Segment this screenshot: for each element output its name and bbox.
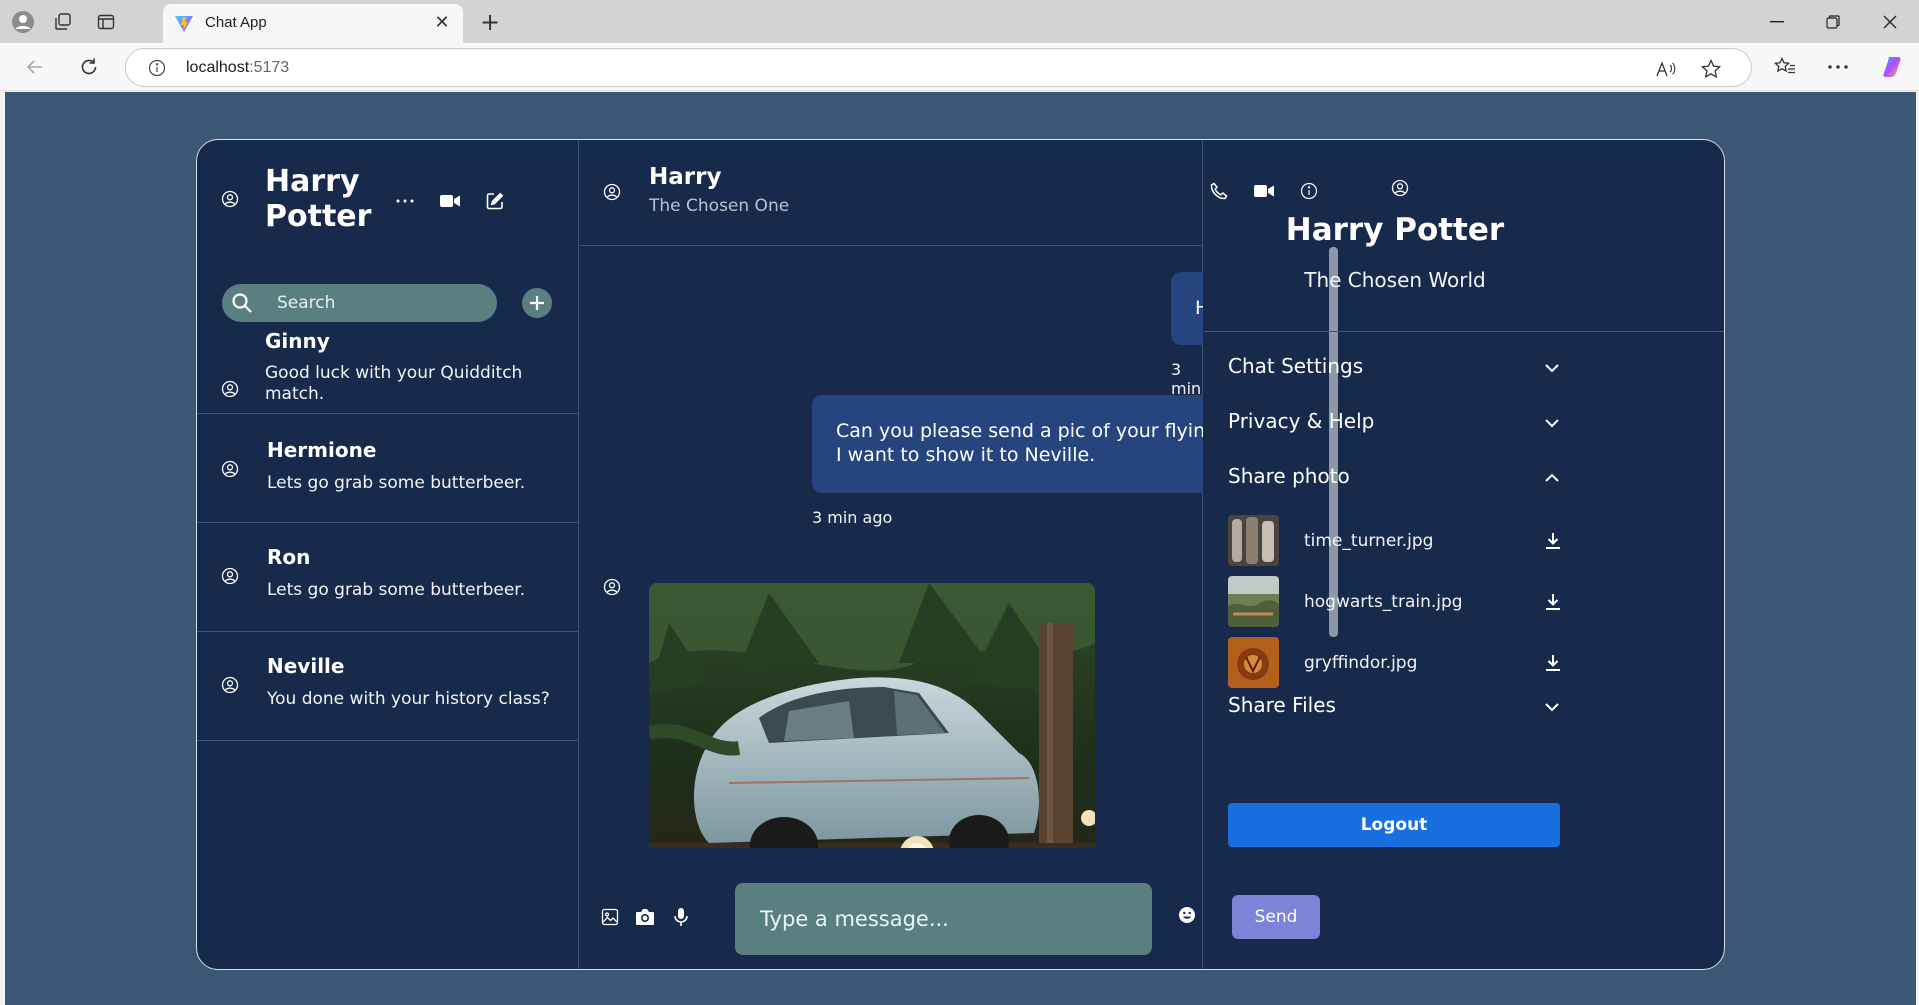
favorites-icon[interactable] [1770,53,1800,81]
message-list[interactable]: Hey Ron. 3 min ago Can you please send a… [579,247,1203,848]
message-bubble: Can you please send a pic of your flying… [812,395,1203,493]
download-icon[interactable] [1544,593,1562,611]
microphone-icon[interactable] [670,906,692,928]
contact-avatar-icon [221,567,239,585]
vite-logo-icon [174,15,194,33]
close-tab-icon[interactable]: ✕ [431,12,453,34]
download-icon[interactable] [1544,654,1562,672]
url-text[interactable]: localhost:5173 [186,59,289,77]
chevron-down-icon[interactable] [1543,698,1561,716]
contact-name: Hermione [267,438,377,462]
sender-avatar-icon [603,578,621,596]
refresh-icon[interactable] [75,53,103,81]
video-call-icon[interactable] [439,190,461,212]
contact-item-ginny[interactable]: Ginny Good luck with your Quidditch matc… [197,315,578,414]
site-info-icon[interactable] [148,59,166,77]
more-menu-icon[interactable] [394,190,416,212]
edit-icon[interactable] [484,190,506,212]
more-options-icon[interactable] [1823,53,1853,81]
image-icon[interactable] [599,906,621,928]
chat-settings-section[interactable]: Chat Settings [1228,354,1363,378]
file-name: time_turner.jpg [1304,531,1434,551]
chat-avatar-icon[interactable] [603,183,621,201]
tab-title: Chat App [205,14,267,31]
collections-icon[interactable] [49,8,77,36]
minimize-button[interactable] [1749,0,1805,43]
add-contact-button[interactable] [522,288,552,318]
user-avatar-icon[interactable] [221,190,239,208]
contact-last-message: Good luck with your Quidditch match. [265,363,523,404]
chevron-down-icon[interactable] [1543,414,1561,432]
contact-avatar-icon [221,380,239,398]
logout-button[interactable]: Logout [1228,803,1560,847]
time-turner-thumbnail[interactable] [1228,515,1279,566]
close-window-button[interactable] [1862,0,1918,43]
contact-last-message: Lets go grab some butterbeer. [267,580,526,600]
details-header: Harry Potter The Chosen World [1204,140,1724,332]
chat-contact-name: Harry [649,164,722,190]
tab-chat-app[interactable]: Chat App ✕ [163,4,463,43]
emoji-icon[interactable] [1176,904,1198,926]
chat-panel: Harry The Chosen One Hey Ron. 3 min ago [579,140,1338,969]
shared-car-photo[interactable] [649,583,1095,848]
message-text-line: Can you please send a pic of your flying… [836,420,1203,442]
camera-icon[interactable] [634,906,656,928]
gryffindor-thumbnail[interactable] [1228,637,1279,688]
contact-name: Neville [267,654,345,678]
tab-actions-icon[interactable] [92,8,120,36]
hogwarts-train-thumbnail[interactable] [1228,576,1279,627]
chat-header: Harry The Chosen One [579,140,1318,246]
contacts-panel: Harry Potter Search Ginny Good luck with… [197,140,579,969]
restore-button[interactable] [1805,0,1861,43]
download-icon[interactable] [1544,532,1562,550]
contact-avatar-icon [221,676,239,694]
contact-item-neville[interactable]: Neville You done with your history class… [197,633,578,741]
contact-name: Ginny [265,329,330,353]
url-host: localhost [186,59,250,76]
favorite-star-icon[interactable] [1699,57,1723,81]
contact-last-message: Lets go grab some butterbeer. [267,473,526,493]
new-tab-button[interactable]: + [476,8,504,36]
browser-tabbar: Chat App ✕ + [0,0,1919,43]
contact-item-hermione[interactable]: Hermione Lets go grab some butterbeer. [197,415,578,523]
copilot-icon[interactable] [1879,53,1909,81]
chevron-down-icon[interactable] [1543,359,1561,377]
message-timestamp: 3 min ago [812,508,893,527]
chat-app: Harry Potter Search Ginny Good luck with… [196,139,1725,970]
chat-contact-status: The Chosen One [649,196,790,216]
page-background: Harry Potter Search Ginny Good luck with… [5,92,1916,1005]
chevron-up-icon[interactable] [1543,469,1561,487]
address-bar: localhost:5173 [0,43,1919,91]
message-text: Hey Ron. [1195,297,1203,319]
contact-avatar-icon [221,460,239,478]
profile-avatar-icon [1390,178,1410,198]
profile-icon[interactable] [9,8,37,36]
read-aloud-icon[interactable] [1654,57,1678,81]
privacy-help-section[interactable]: Privacy & Help [1228,409,1374,433]
search-icon [230,291,254,315]
contact-name: Ron [267,545,311,569]
profile-name: Harry Potter [1285,212,1505,248]
message-text-line: I want to show it to Neville. [836,444,1096,466]
message-bubble: Hey Ron. [1171,272,1203,345]
contact-last-message: You done with your history class? [267,689,550,709]
file-name: hogwarts_train.jpg [1304,592,1463,612]
url-port: :5173 [249,59,290,76]
details-panel: Harry Potter The Chosen World Chat Setti… [1204,140,1724,969]
share-files-section[interactable]: Share Files [1228,693,1336,717]
url-field[interactable]: localhost:5173 [125,48,1752,87]
contact-item-ron[interactable]: Ron Lets go grab some butterbeer. [197,524,578,632]
profile-subtitle: The Chosen World [1304,268,1486,292]
message-input[interactable] [735,883,1152,955]
share-photo-section[interactable]: Share photo [1228,464,1350,488]
file-name: gryffindor.jpg [1304,653,1418,673]
back-icon[interactable] [21,53,49,81]
